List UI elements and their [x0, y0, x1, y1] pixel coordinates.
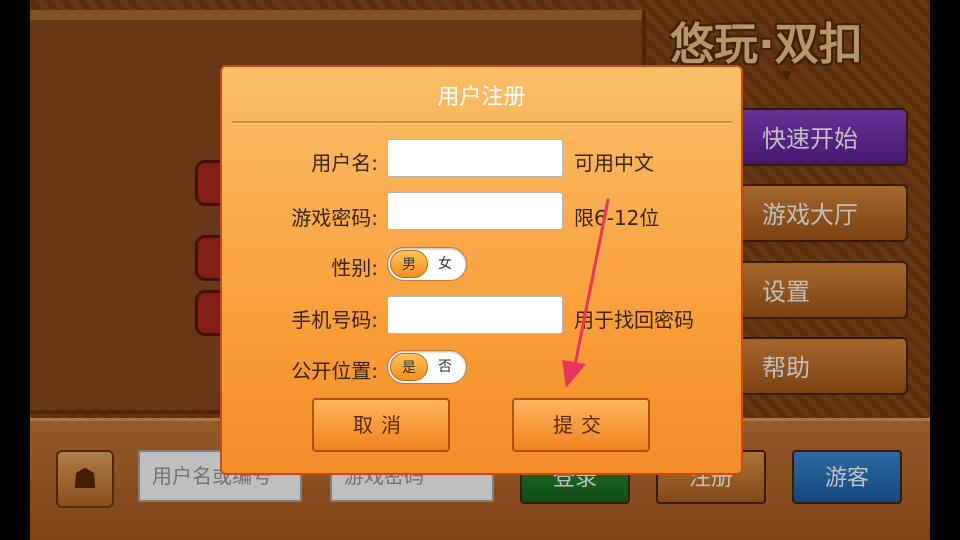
register-dialog: 用户注册 用户名: 可用中文 游戏密码: 限6-12位 性别: 男 女 手机号码… [220, 65, 743, 475]
password-label: 游戏密码: [291, 206, 378, 230]
location-option-yes[interactable]: 是 [390, 353, 428, 381]
phone-input[interactable] [387, 296, 563, 334]
gender-label: 性别: [331, 256, 378, 280]
submit-button[interactable]: 提交 [512, 398, 650, 452]
cancel-button[interactable]: 取消 [312, 398, 450, 452]
gender-option-male[interactable]: 男 [390, 250, 428, 278]
username-label: 用户名: [311, 151, 378, 175]
phone-hint: 用于找回密码 [574, 308, 694, 332]
gender-option-female[interactable]: 女 [426, 250, 464, 278]
location-label: 公开位置: [291, 359, 378, 383]
phone-label: 手机号码: [291, 308, 378, 332]
username-hint: 可用中文 [574, 151, 654, 175]
dialog-title: 用户注册 [437, 85, 526, 110]
divider [232, 121, 732, 123]
location-toggle[interactable]: 是 否 [387, 350, 467, 384]
password-hint: 限6-12位 [574, 206, 660, 230]
password-input[interactable] [387, 192, 563, 230]
gender-toggle[interactable]: 男 女 [387, 247, 467, 281]
location-option-no[interactable]: 否 [426, 353, 464, 381]
username-input[interactable] [387, 139, 563, 177]
